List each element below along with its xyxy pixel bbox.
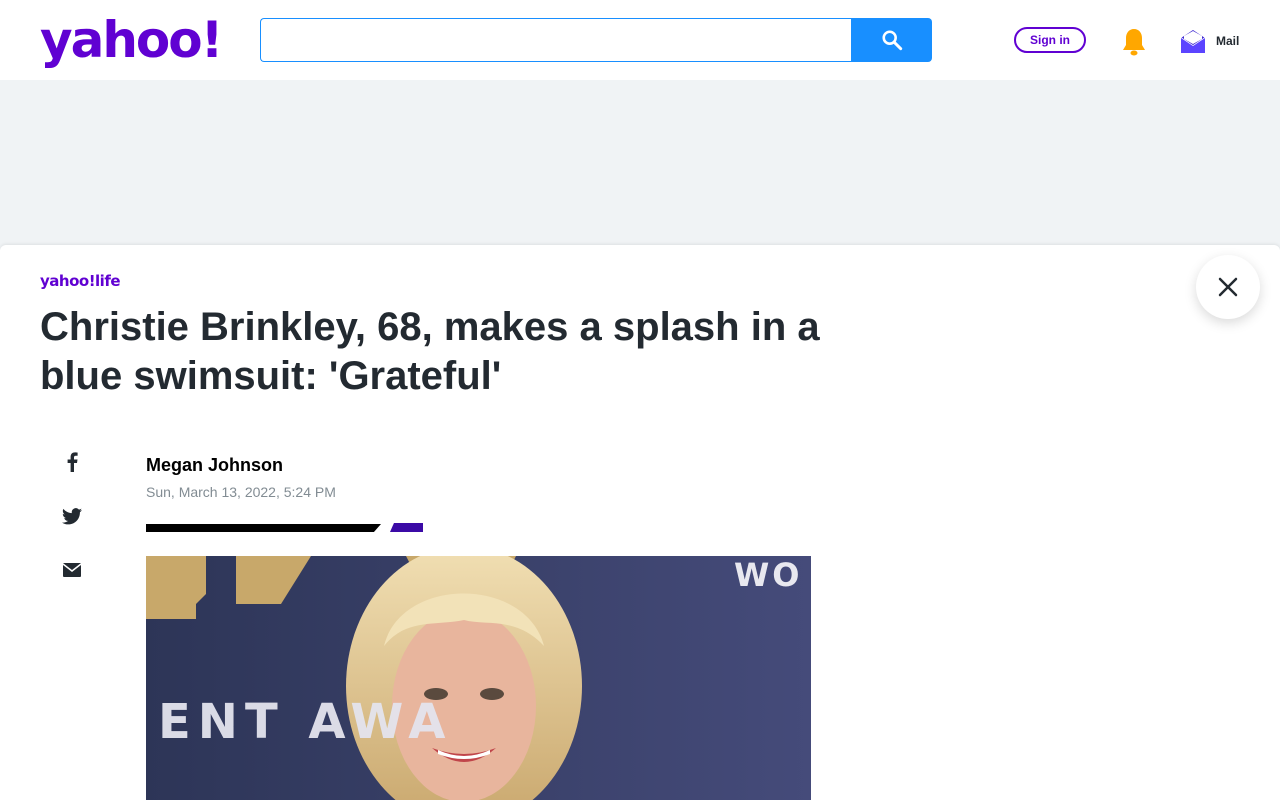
share-facebook-button[interactable] xyxy=(62,452,82,472)
share-twitter-button[interactable] xyxy=(62,506,82,526)
photo-illustration xyxy=(146,556,811,800)
search-button[interactable] xyxy=(851,18,932,62)
ad-banner-area xyxy=(0,80,1280,245)
bell-icon xyxy=(1123,29,1145,56)
mail-icon xyxy=(1180,30,1206,53)
close-button[interactable] xyxy=(1196,255,1260,319)
byline-divider-purple xyxy=(390,523,423,532)
article-title: Christie Brinkley, 68, makes a splash in… xyxy=(40,305,820,398)
mail-label: Mail xyxy=(1216,34,1240,48)
search-icon xyxy=(881,30,902,51)
yahoo-life-logo[interactable]: yahoo!life xyxy=(40,272,121,290)
backdrop-text-top: WO xyxy=(734,556,803,594)
facebook-icon xyxy=(67,452,78,472)
mail-link[interactable]: Mail xyxy=(1180,26,1239,56)
email-icon xyxy=(63,563,81,577)
yahoo-logo[interactable]: yahoo! xyxy=(40,10,223,70)
share-email-button[interactable] xyxy=(62,560,82,580)
byline-divider-black xyxy=(146,524,381,532)
sign-in-button[interactable]: Sign in xyxy=(1014,27,1086,53)
article-author[interactable]: Megan Johnson xyxy=(146,455,283,476)
close-icon xyxy=(1218,277,1238,297)
backdrop-text-mid: ENT AWA xyxy=(158,694,453,750)
top-header: yahoo! Sign in Mail xyxy=(0,0,1280,80)
article-photo: WO ENT AWA xyxy=(146,556,811,800)
twitter-icon xyxy=(62,507,82,524)
article-date: Sun, March 13, 2022, 5:24 PM xyxy=(146,484,336,500)
search-input[interactable] xyxy=(260,18,851,62)
notifications-button[interactable] xyxy=(1120,27,1148,57)
article-card: yahoo!life Christie Brinkley, 68, makes … xyxy=(0,245,1280,800)
